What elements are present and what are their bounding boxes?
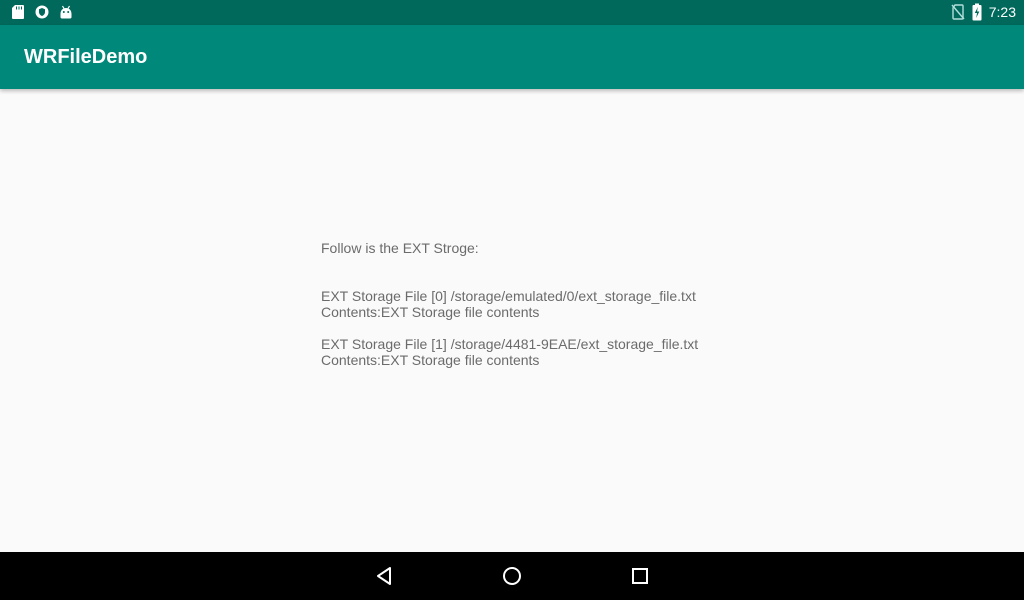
notification-icons xyxy=(11,4,83,20)
app-bar: WRFileDemo xyxy=(0,25,1024,89)
storage-heading: Follow is the EXT Stroge: xyxy=(321,240,479,256)
status-clock: 7:23 xyxy=(988,4,1016,20)
shield-icon xyxy=(35,5,49,19)
storage-file-path: EXT Storage File [0] /storage/emulated/0… xyxy=(321,288,696,304)
storage-file-entry: EXT Storage File [1] /storage/4481-9EAE/… xyxy=(321,336,921,368)
home-icon[interactable] xyxy=(500,564,524,588)
storage-file-path: EXT Storage File [1] /storage/4481-9EAE/… xyxy=(321,336,699,352)
storage-file-entry: EXT Storage File [0] /storage/emulated/0… xyxy=(321,288,921,320)
back-icon[interactable] xyxy=(372,564,396,588)
storage-content: Follow is the EXT Stroge: EXT Storage Fi… xyxy=(321,240,921,368)
sd-card-icon xyxy=(12,5,24,19)
battery-charging-icon xyxy=(972,3,982,21)
no-sim-icon xyxy=(951,4,965,20)
app-title: WRFileDemo xyxy=(24,46,148,68)
status-bar: 7:23 xyxy=(0,0,1024,25)
storage-file-contents: Contents:EXT Storage file contents xyxy=(321,352,540,368)
recents-icon[interactable] xyxy=(628,564,652,588)
storage-file-contents: Contents:EXT Storage file contents xyxy=(321,304,540,320)
system-status: 7:23 xyxy=(951,3,1016,21)
android-icon xyxy=(60,5,72,19)
navigation-bar xyxy=(0,552,1024,600)
